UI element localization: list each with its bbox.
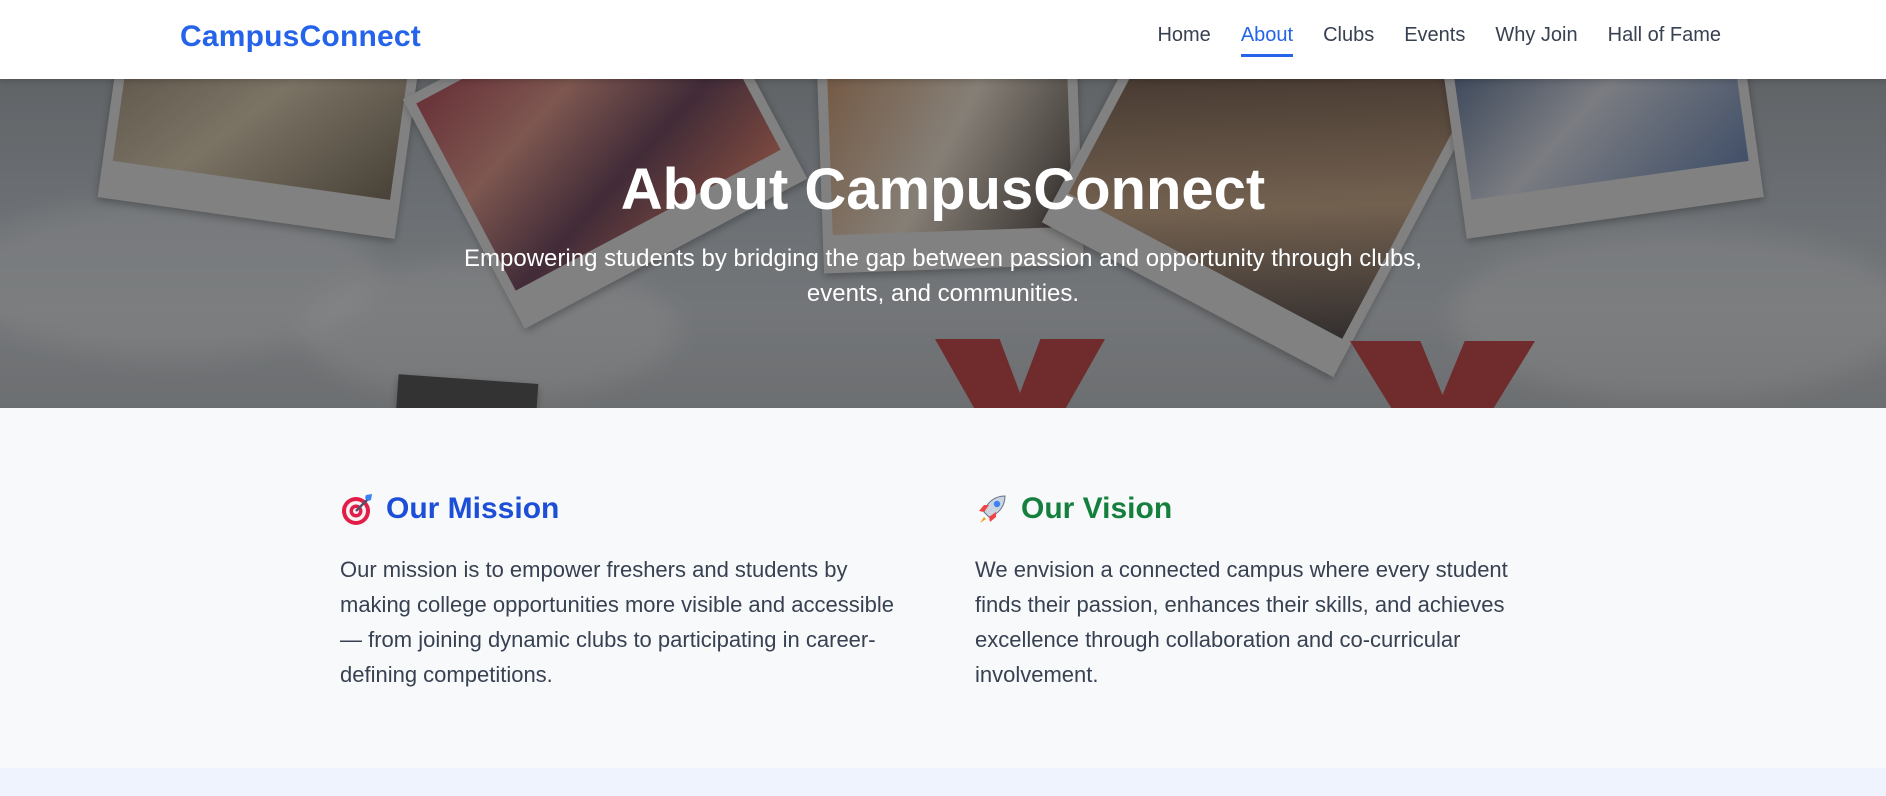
nav-link-clubs[interactable]: Clubs — [1323, 24, 1374, 57]
nav-link-events[interactable]: Events — [1404, 24, 1465, 57]
next-section-edge — [0, 768, 1886, 796]
vision-title: Our Vision — [1021, 492, 1173, 525]
mission-vision-section: Our Mission Our mission is to empower fr… — [0, 408, 1886, 768]
mission-card: Our Mission Our mission is to empower fr… — [340, 488, 920, 692]
rocket-icon — [975, 492, 1009, 526]
hero-section: About CampusConnect Empowering students … — [0, 79, 1886, 408]
nav-links: Home About Clubs Events Why Join Hall of… — [1157, 24, 1721, 57]
page-title: About CampusConnect — [620, 157, 1266, 222]
vision-card: Our Vision We envision a connected campu… — [975, 488, 1555, 692]
nav-link-home[interactable]: Home — [1157, 24, 1210, 57]
mission-title: Our Mission — [386, 492, 560, 525]
target-icon — [340, 492, 374, 526]
vision-text: We envision a connected campus where eve… — [975, 557, 1508, 687]
mission-text: Our mission is to empower freshers and s… — [340, 557, 894, 687]
nav-link-about[interactable]: About — [1240, 24, 1294, 57]
nav-link-hall-of-fame[interactable]: Hall of Fame — [1608, 24, 1721, 57]
nav-link-why-join[interactable]: Why Join — [1495, 24, 1577, 57]
brand-logo[interactable]: CampusConnect — [180, 20, 421, 54]
navbar: CampusConnect Home About Clubs Events Wh… — [0, 0, 1886, 79]
hero-subtitle: Empowering students by bridging the gap … — [464, 245, 1422, 307]
